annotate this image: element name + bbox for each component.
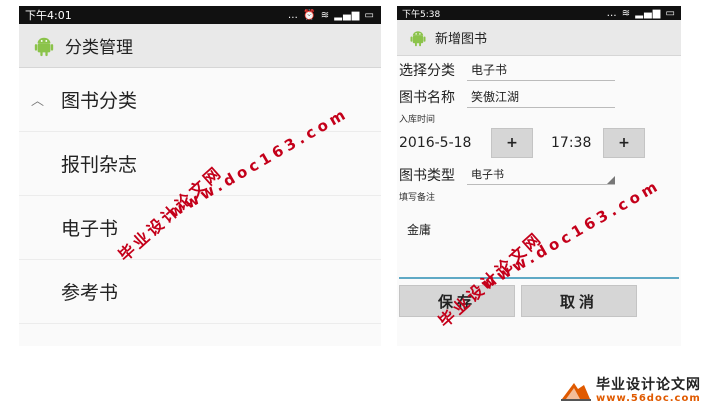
- dropdown-triangle-icon: [607, 176, 615, 184]
- date-value: 2016-5-18: [399, 135, 472, 151]
- book-type-select[interactable]: 电子书: [467, 164, 615, 185]
- book-name-field[interactable]: 笑傲江湖: [467, 86, 615, 108]
- logo-url: www.56doc.com: [596, 393, 701, 404]
- android-icon: [34, 37, 54, 56]
- time-plus-button[interactable]: +: [603, 128, 645, 158]
- datetime-row: 2016-5-18 + 17:38 +: [397, 125, 681, 161]
- book-name-row: 图书名称 笑傲江湖: [397, 83, 681, 110]
- status-time: 下午4:01: [25, 9, 72, 22]
- book-type-label: 图书类型: [399, 167, 455, 184]
- status-icons: … ≋ ▂▄▆ ▭: [606, 7, 676, 19]
- book-type-value: 电子书: [471, 168, 504, 181]
- status-bar: 下午4:01 … ⏰ ≋ ▂▄▆ ▭: [19, 6, 381, 24]
- android-icon: [410, 30, 426, 46]
- category-label: 报刊杂志: [61, 154, 138, 176]
- page-title: 新增图书: [435, 32, 488, 47]
- category-label: 图书分类: [61, 90, 138, 112]
- date-plus-button[interactable]: +: [491, 128, 533, 158]
- add-book-screen: 下午5:38 … ≋ ▂▄▆ ▭ 新增图书 选择分类 电子书 图书名称 笑傲江湖…: [397, 6, 681, 346]
- category-field[interactable]: 电子书: [467, 59, 615, 81]
- time-value: 17:38: [551, 135, 592, 151]
- category-row: 选择分类 电子书: [397, 56, 681, 83]
- site-logo: 毕业设计论文网 www.56doc.com: [560, 378, 701, 404]
- chevron-up-icon: ︿: [31, 94, 45, 109]
- book-name-label: 图书名称: [399, 89, 455, 106]
- cancel-button[interactable]: 取消: [521, 285, 637, 317]
- category-item-reference[interactable]: 参考书: [19, 260, 381, 324]
- logo-emblem-icon: [561, 383, 591, 401]
- status-bar: 下午5:38 … ≋ ▂▄▆ ▭: [397, 6, 681, 20]
- status-icons: … ⏰ ≋ ▂▄▆ ▭: [287, 9, 375, 21]
- category-label: 电子书: [61, 218, 119, 240]
- status-time: 下午5:38: [402, 9, 441, 20]
- page-title: 分类管理: [65, 38, 133, 58]
- app-bar: 分类管理: [19, 24, 381, 68]
- app-bar: 新增图书: [397, 20, 681, 56]
- date-label: 入库时间: [399, 115, 436, 125]
- logo-name: 毕业设计论文网: [596, 377, 701, 393]
- category-label: 参考书: [61, 282, 119, 304]
- logo-text: 毕业设计论文网 www.56doc.com: [596, 378, 701, 404]
- category-label: 选择分类: [399, 62, 455, 79]
